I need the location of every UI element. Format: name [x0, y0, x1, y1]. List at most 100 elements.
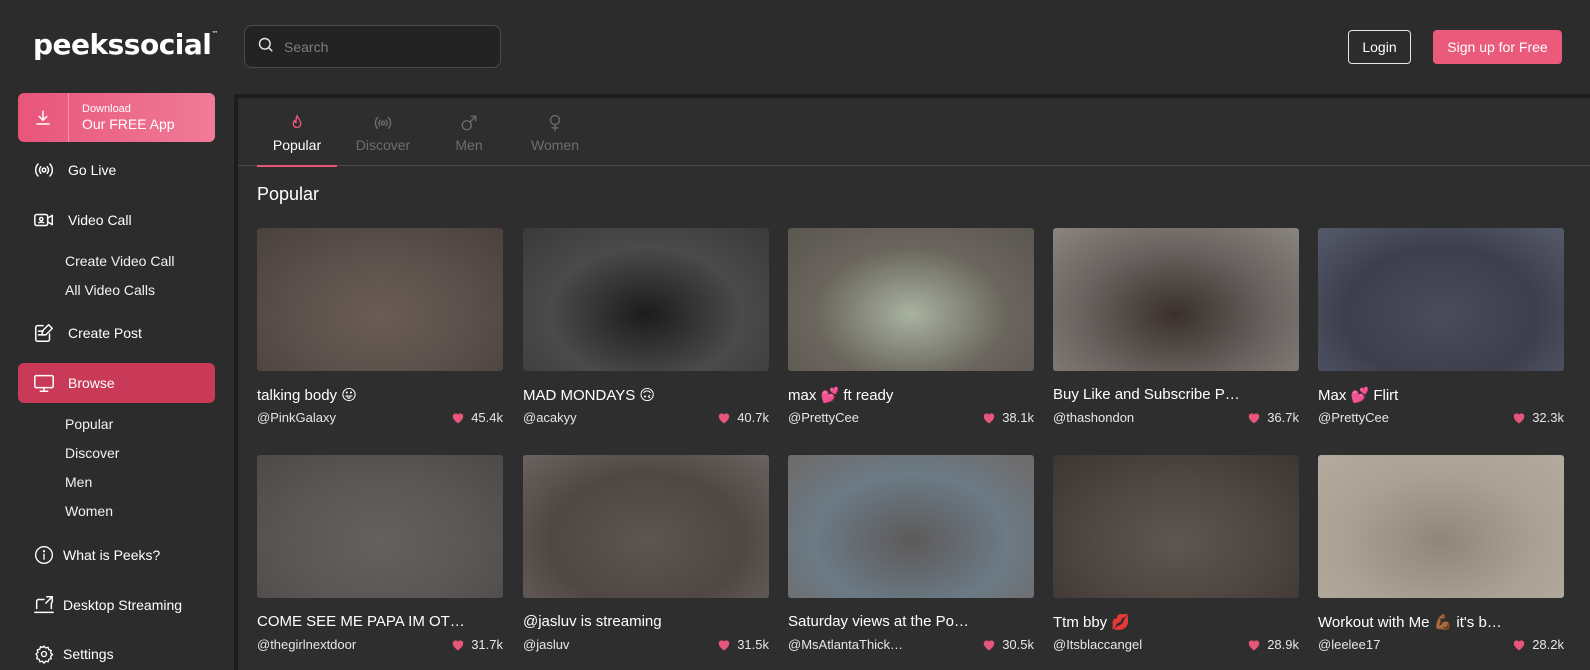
like-count-value: 28.9k: [1267, 637, 1299, 652]
tab-discover[interactable]: Discover: [343, 112, 423, 166]
stream-meta: @MsAtlantaThick… 30.5k: [788, 637, 1034, 652]
tab-women[interactable]: Women: [515, 112, 595, 166]
stream-card[interactable]: @jasluv is streaming @jasluv 31.5k: [523, 455, 769, 652]
sidebar-item-desktop-streaming[interactable]: Desktop Streaming: [18, 585, 215, 625]
info-icon: [33, 544, 55, 566]
like-count: 28.9k: [1247, 637, 1299, 652]
stream-username[interactable]: @Itsblaccangel: [1053, 637, 1142, 652]
stream-thumbnail[interactable]: [788, 228, 1034, 371]
sidebar: Download Our FREE App Go Live Video Call…: [0, 0, 234, 670]
sidebar-item-what-is-peeks[interactable]: What is Peeks?: [18, 535, 215, 575]
stream-thumbnail[interactable]: [257, 228, 503, 371]
stream-title[interactable]: Ttm bby 💋: [1053, 613, 1299, 632]
stream-thumbnail[interactable]: [1053, 228, 1299, 371]
sidebar-item-settings[interactable]: Settings: [18, 634, 215, 670]
stream-title[interactable]: max 💕 ft ready: [788, 386, 1034, 405]
stream-meta: @thegirlnextdoor 31.7k: [257, 637, 503, 652]
stream-card[interactable]: Workout with Me 💪🏾 it's b… @leelee17 28.2k: [1318, 455, 1564, 652]
sidebar-item-label: Create Post: [68, 325, 142, 341]
tab-label: Discover: [355, 137, 411, 153]
stream-title[interactable]: MAD MONDAYS 🙃: [523, 386, 769, 405]
stream-thumbnail[interactable]: [1318, 455, 1564, 598]
tab-label: Men: [455, 137, 483, 153]
sidebar-subitem-popular[interactable]: Popular: [65, 416, 113, 432]
heart-icon: [451, 411, 471, 424]
sidebar-item-browse[interactable]: Browse: [18, 363, 215, 403]
sidebar-subitem-men[interactable]: Men: [65, 474, 92, 490]
stream-card[interactable]: Ttm bby 💋 @Itsblaccangel 28.9k: [1053, 455, 1299, 652]
signup-button[interactable]: Sign up for Free: [1433, 30, 1562, 64]
stream-card[interactable]: talking body 😛 @PinkGalaxy 45.4k: [257, 228, 503, 425]
stream-thumbnail[interactable]: [523, 228, 769, 371]
sidebar-subitem-discover[interactable]: Discover: [65, 445, 119, 461]
tab-popular[interactable]: Popular: [257, 112, 337, 167]
stream-username[interactable]: @leelee17: [1318, 637, 1380, 652]
stream-username[interactable]: @jasluv: [523, 637, 569, 652]
stream-username[interactable]: @PinkGalaxy: [257, 410, 336, 425]
stream-thumbnail[interactable]: [1053, 455, 1299, 598]
stream-card[interactable]: COME SEE ME PAPA IM OT… @thegirlnextdoor 3…: [257, 455, 503, 652]
stream-username[interactable]: @MsAtlantaThick…: [788, 637, 903, 652]
stream-title[interactable]: talking body 😛: [257, 386, 503, 405]
stream-username[interactable]: @PrettyCee: [788, 410, 859, 425]
stream-card[interactable]: MAD MONDAYS 🙃 @acakyy 40.7k: [523, 228, 769, 425]
download-app-button[interactable]: Download Our FREE App: [18, 93, 215, 142]
stream-card[interactable]: Max 💕 Flirt @PrettyCee 32.3k: [1318, 228, 1564, 425]
like-count-value: 40.7k: [737, 410, 769, 425]
sidebar-subitem-create-video-call[interactable]: Create Video Call: [65, 253, 174, 269]
heart-icon: [1512, 638, 1532, 651]
like-count: 31.5k: [717, 637, 769, 652]
stream-title[interactable]: Saturday views at the Po…: [788, 613, 1034, 632]
stream-username[interactable]: @thashondon: [1053, 410, 1134, 425]
stream-card[interactable]: max 💕 ft ready @PrettyCee 38.1k: [788, 228, 1034, 425]
tab-label: Women: [531, 137, 579, 153]
stream-username[interactable]: @thegirlnextdoor: [257, 637, 356, 652]
like-count-value: 45.4k: [471, 410, 503, 425]
search-input[interactable]: [284, 38, 484, 55]
stream-title[interactable]: Buy Like and Subscribe P…: [1053, 386, 1299, 405]
stream-meta: @thashondon 36.7k: [1053, 410, 1299, 425]
stream-username[interactable]: @PrettyCee: [1318, 410, 1389, 425]
like-count-value: 30.5k: [1002, 637, 1034, 652]
stream-thumbnail[interactable]: [257, 455, 503, 598]
stream-thumbnail[interactable]: [1318, 228, 1564, 371]
search-box[interactable]: [244, 25, 501, 68]
sidebar-subitem-all-video-calls[interactable]: All Video Calls: [65, 282, 155, 298]
like-count: 32.3k: [1512, 410, 1564, 425]
desktop-stream-icon: [33, 594, 55, 616]
stream-thumbnail[interactable]: [788, 455, 1034, 598]
stream-meta: @PinkGalaxy 45.4k: [257, 410, 503, 425]
sidebar-item-go-live[interactable]: Go Live: [18, 150, 215, 190]
like-count: 38.1k: [982, 410, 1034, 425]
stream-card[interactable]: Saturday views at the Po… @MsAtlantaThick…: [788, 455, 1034, 652]
stream-thumbnail[interactable]: [523, 455, 769, 598]
sidebar-subitem-women[interactable]: Women: [65, 503, 113, 519]
heart-icon: [717, 638, 737, 651]
like-count: 31.7k: [451, 637, 503, 652]
stream-title[interactable]: @jasluv is streaming: [523, 613, 769, 632]
like-count-value: 31.5k: [737, 637, 769, 652]
stream-title[interactable]: Workout with Me 💪🏾 it's b…: [1318, 613, 1564, 632]
like-count-value: 38.1k: [1002, 410, 1034, 425]
sidebar-item-video-call[interactable]: Video Call: [18, 200, 215, 240]
edit-post-icon: [33, 322, 55, 344]
sidebar-item-create-post[interactable]: Create Post: [18, 313, 215, 353]
main-content: Popular Discover Men Women Popular talki…: [234, 94, 1590, 670]
like-count-value: 31.7k: [471, 637, 503, 652]
stream-title[interactable]: COME SEE ME PAPA IM OT…: [257, 613, 503, 632]
stream-card[interactable]: Buy Like and Subscribe P… @thashondon 36.7…: [1053, 228, 1299, 425]
heart-icon: [982, 411, 1002, 424]
stream-username[interactable]: @acakyy: [523, 410, 577, 425]
login-button[interactable]: Login: [1348, 30, 1411, 64]
heart-icon: [982, 638, 1002, 651]
female-icon: [546, 112, 564, 134]
heart-icon: [451, 638, 471, 651]
stream-meta: @PrettyCee 38.1k: [788, 410, 1034, 425]
stream-title[interactable]: Max 💕 Flirt: [1318, 386, 1564, 405]
download-icon: [18, 93, 69, 142]
tab-men[interactable]: Men: [429, 112, 509, 166]
search-icon: [257, 36, 274, 58]
stream-meta: @acakyy 40.7k: [523, 410, 769, 425]
stream-meta: @leelee17 28.2k: [1318, 637, 1564, 652]
broadcast-icon: [33, 159, 55, 181]
